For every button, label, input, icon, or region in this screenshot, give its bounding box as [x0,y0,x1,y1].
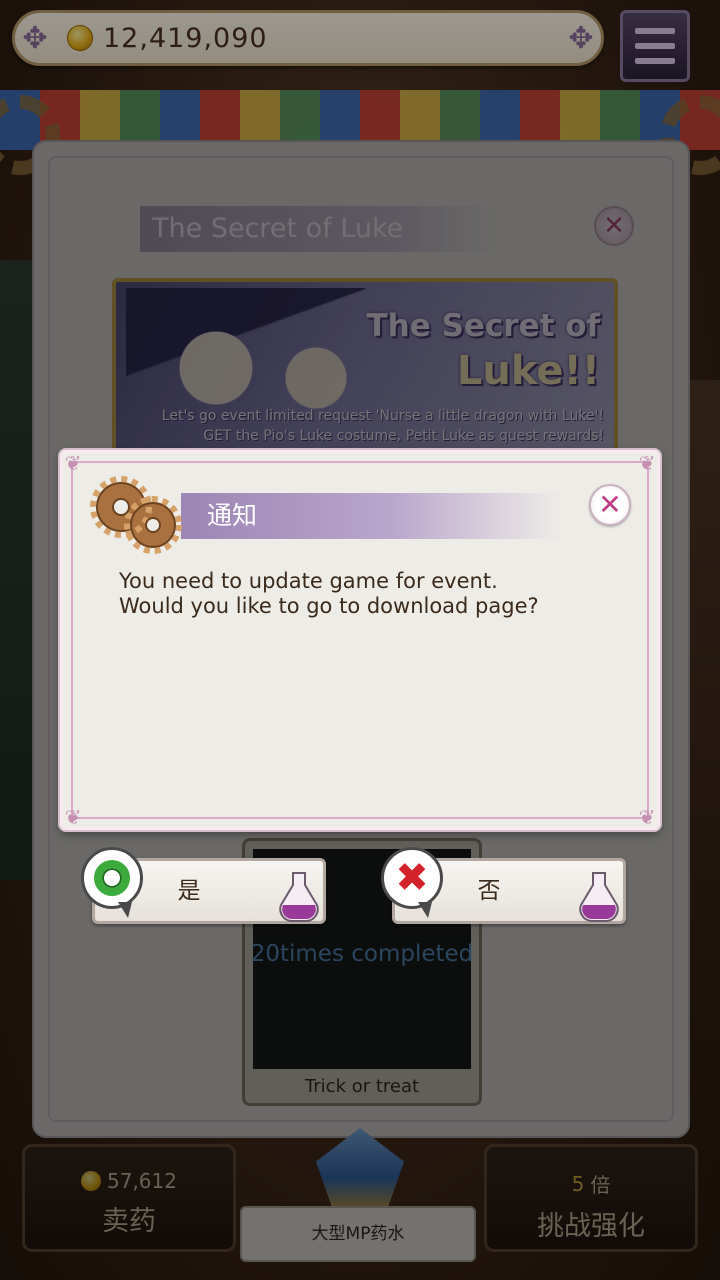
no-button[interactable]: ✖ 否 [381,847,626,924]
notice-dialog: ❦ ❦ ❦ ❦ 通知 ✕ You need to update game for… [60,450,660,830]
yes-label: 是 [177,878,201,904]
close-icon: ✕ [598,488,622,521]
dialog-title: 通知 [181,493,561,539]
corner-ornament-icon: ❦ [638,451,656,475]
potion-flask-icon [579,872,619,922]
corner-ornament-icon: ❦ [64,451,82,475]
dialog-close-button[interactable]: ✕ [589,484,631,526]
no-label: 否 [477,878,501,904]
dialog-message-line2: Would you like to go to download page? [119,594,539,618]
gear-icon [90,476,182,554]
corner-ornament-icon: ❦ [638,805,656,829]
dialog-message-line1: You need to update game for event. [119,569,498,593]
potion-flask-icon [279,872,319,922]
dialog-message: You need to update game for event. Would… [119,569,619,619]
yes-button[interactable]: 是 [81,847,326,924]
corner-ornament-icon: ❦ [64,805,82,829]
